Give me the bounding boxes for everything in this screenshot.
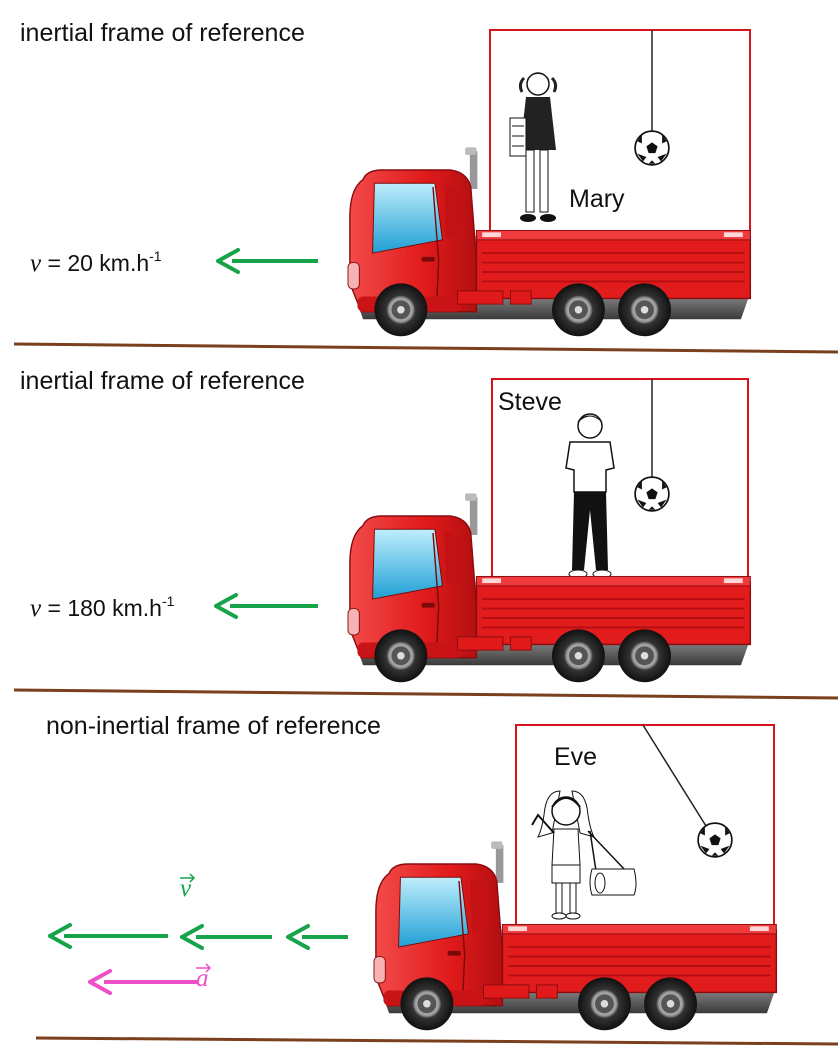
- velocity-label: v = 20 km.h-1: [30, 248, 162, 277]
- panel-steve: inertial frame of reference Steve v = 18…: [13, 367, 838, 700]
- person-name: Mary: [569, 185, 625, 213]
- panel-heading: inertial frame of reference: [20, 367, 305, 395]
- soccer-ball-icon: [634, 130, 670, 166]
- frames-of-reference-diagram: inertial frame of reference Mary v = 20 …: [13, 19, 838, 1046]
- acceleration-arrow: [88, 969, 198, 995]
- person-name: Steve: [498, 388, 562, 416]
- velocity-arrow: [180, 924, 272, 950]
- ground-line: [35, 1036, 838, 1046]
- soccer-ball-icon: [634, 476, 670, 512]
- svg-text:a: a: [196, 965, 209, 992]
- panel-heading: inertial frame of reference: [20, 19, 305, 47]
- girl-icon: [509, 72, 558, 222]
- truck-icon: [347, 492, 752, 684]
- panel-eve: non-inertial frame of reference Eve v a: [35, 712, 838, 1046]
- panel-heading: non-inertial frame of reference: [46, 712, 381, 740]
- velocity-vector-label: v: [180, 873, 196, 902]
- ground-line: [13, 688, 838, 700]
- velocity-label: v = 180 km.h-1: [30, 593, 175, 622]
- boy-icon: [565, 413, 615, 579]
- girl-icon: [531, 790, 637, 920]
- person-name: Eve: [554, 743, 597, 771]
- velocity-arrow: [48, 923, 168, 949]
- truck-icon: [347, 146, 752, 338]
- ground-line: [13, 342, 838, 354]
- velocity-arrow: [216, 248, 318, 274]
- velocity-arrow: [286, 924, 348, 950]
- pendulum-string: [642, 724, 707, 827]
- soccer-ball-icon: [697, 822, 733, 858]
- panel-mary: inertial frame of reference Mary v = 20 …: [13, 19, 838, 354]
- velocity-arrow: [214, 593, 318, 619]
- svg-text:v: v: [180, 875, 192, 902]
- acceleration-vector-label: a: [196, 963, 212, 992]
